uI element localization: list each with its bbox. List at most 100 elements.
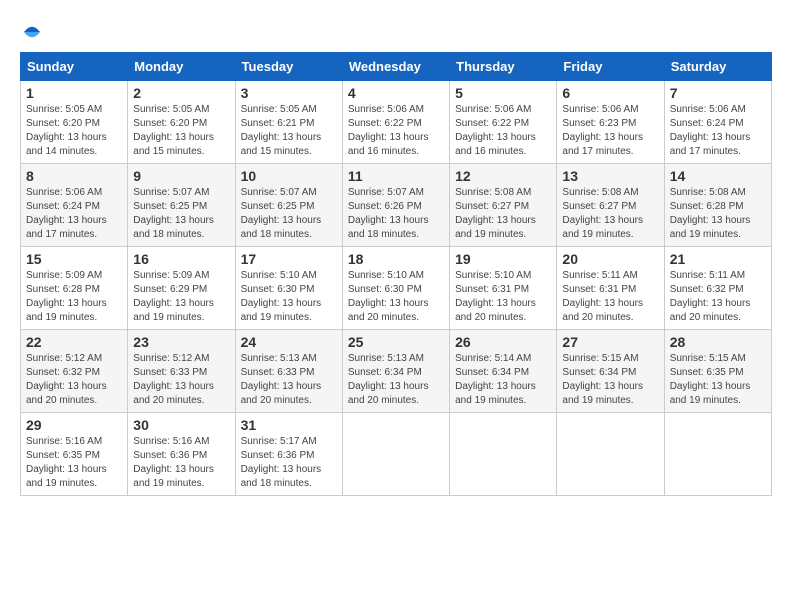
calendar-cell — [342, 413, 449, 496]
day-number: 11 — [348, 168, 444, 184]
day-info: Sunrise: 5:12 AMSunset: 6:33 PMDaylight:… — [133, 352, 229, 408]
calendar-cell: 14 Sunrise: 5:08 AMSunset: 6:28 PMDayligh… — [664, 164, 771, 247]
calendar-cell: 24 Sunrise: 5:13 AMSunset: 6:33 PMDayligh… — [235, 330, 342, 413]
day-number: 19 — [455, 251, 551, 267]
calendar-cell: 6 Sunrise: 5:06 AMSunset: 6:23 PMDaylight… — [557, 81, 664, 164]
day-number: 1 — [26, 85, 122, 101]
calendar-cell: 12 Sunrise: 5:08 AMSunset: 6:27 PMDayligh… — [450, 164, 557, 247]
day-info: Sunrise: 5:05 AMSunset: 6:20 PMDaylight:… — [133, 103, 229, 159]
day-number: 5 — [455, 85, 551, 101]
calendar-cell: 11 Sunrise: 5:07 AMSunset: 6:26 PMDayligh… — [342, 164, 449, 247]
calendar-cell: 18 Sunrise: 5:10 AMSunset: 6:30 PMDayligh… — [342, 247, 449, 330]
day-number: 26 — [455, 334, 551, 350]
day-info: Sunrise: 5:11 AMSunset: 6:31 PMDaylight:… — [562, 269, 658, 325]
day-number: 30 — [133, 417, 229, 433]
calendar-cell: 22 Sunrise: 5:12 AMSunset: 6:32 PMDayligh… — [21, 330, 128, 413]
calendar-table: SundayMondayTuesdayWednesdayThursdayFrid… — [20, 52, 772, 496]
calendar-week-row: 15Sunrise: 5:09 AMSunset: 6:28 PMDayligh… — [21, 247, 772, 330]
day-info: Sunrise: 5:14 AMSunset: 6:34 PMDaylight:… — [455, 352, 551, 408]
day-number: 17 — [241, 251, 337, 267]
calendar-cell: 2Sunrise: 5:05 AMSunset: 6:20 PMDaylight… — [128, 81, 235, 164]
logo-icon — [20, 20, 44, 44]
day-info: Sunrise: 5:16 AMSunset: 6:35 PMDaylight:… — [26, 435, 122, 491]
day-info: Sunrise: 5:07 AMSunset: 6:25 PMDaylight:… — [133, 186, 229, 242]
day-number: 9 — [133, 168, 229, 184]
day-info: Sunrise: 5:08 AMSunset: 6:27 PMDaylight:… — [455, 186, 551, 242]
day-info: Sunrise: 5:07 AMSunset: 6:26 PMDaylight:… — [348, 186, 444, 242]
day-number: 27 — [562, 334, 658, 350]
calendar-cell: 10 Sunrise: 5:07 AMSunset: 6:25 PMDayligh… — [235, 164, 342, 247]
day-info: Sunrise: 5:06 AMSunset: 6:22 PMDaylight:… — [348, 103, 444, 159]
day-info: Sunrise: 5:10 AMSunset: 6:30 PMDaylight:… — [348, 269, 444, 325]
day-number: 6 — [562, 85, 658, 101]
calendar-cell: 29 Sunrise: 5:16 AMSunset: 6:35 PMDayligh… — [21, 413, 128, 496]
day-header-saturday: Saturday — [664, 53, 771, 81]
day-info: Sunrise: 5:06 AMSunset: 6:24 PMDaylight:… — [26, 186, 122, 242]
day-info: Sunrise: 5:15 AMSunset: 6:35 PMDaylight:… — [670, 352, 766, 408]
calendar-cell: 20 Sunrise: 5:11 AMSunset: 6:31 PMDayligh… — [557, 247, 664, 330]
day-number: 14 — [670, 168, 766, 184]
calendar-cell: 7Sunrise: 5:06 AMSunset: 6:24 PMDaylight… — [664, 81, 771, 164]
day-info: Sunrise: 5:09 AMSunset: 6:29 PMDaylight:… — [133, 269, 229, 325]
day-number: 16 — [133, 251, 229, 267]
calendar-cell: 3Sunrise: 5:05 AMSunset: 6:21 PMDaylight… — [235, 81, 342, 164]
day-number: 7 — [670, 85, 766, 101]
day-info: Sunrise: 5:15 AMSunset: 6:34 PMDaylight:… — [562, 352, 658, 408]
day-header-sunday: Sunday — [21, 53, 128, 81]
day-number: 12 — [455, 168, 551, 184]
day-info: Sunrise: 5:13 AMSunset: 6:34 PMDaylight:… — [348, 352, 444, 408]
calendar-cell: 8 Sunrise: 5:06 AMSunset: 6:24 PMDaylight… — [21, 164, 128, 247]
day-info: Sunrise: 5:08 AMSunset: 6:27 PMDaylight:… — [562, 186, 658, 242]
calendar-cell: 31 Sunrise: 5:17 AMSunset: 6:36 PMDayligh… — [235, 413, 342, 496]
day-number: 28 — [670, 334, 766, 350]
page-header — [20, 20, 772, 44]
day-info: Sunrise: 5:13 AMSunset: 6:33 PMDaylight:… — [241, 352, 337, 408]
calendar-cell: 1Sunrise: 5:05 AMSunset: 6:20 PMDaylight… — [21, 81, 128, 164]
calendar-week-row: 29 Sunrise: 5:16 AMSunset: 6:35 PMDayligh… — [21, 413, 772, 496]
calendar-cell: 4 Sunrise: 5:06 AMSunset: 6:22 PMDaylight… — [342, 81, 449, 164]
day-number: 20 — [562, 251, 658, 267]
day-number: 10 — [241, 168, 337, 184]
day-number: 18 — [348, 251, 444, 267]
calendar-cell: 17 Sunrise: 5:10 AMSunset: 6:30 PMDayligh… — [235, 247, 342, 330]
calendar-header-row: SundayMondayTuesdayWednesdayThursdayFrid… — [21, 53, 772, 81]
day-info: Sunrise: 5:11 AMSunset: 6:32 PMDaylight:… — [670, 269, 766, 325]
calendar-cell — [557, 413, 664, 496]
calendar-cell: 30 Sunrise: 5:16 AMSunset: 6:36 PMDayligh… — [128, 413, 235, 496]
day-number: 21 — [670, 251, 766, 267]
day-info: Sunrise: 5:08 AMSunset: 6:28 PMDaylight:… — [670, 186, 766, 242]
day-number: 22 — [26, 334, 122, 350]
day-number: 13 — [562, 168, 658, 184]
day-number: 15 — [26, 251, 122, 267]
calendar-week-row: 1 Sunrise: 5:05 AMSunset: 6:20 PMDaylight… — [21, 81, 772, 164]
day-header-friday: Friday — [557, 53, 664, 81]
day-info: Sunrise: 5:10 AMSunset: 6:30 PMDaylight:… — [241, 269, 337, 325]
day-info: Sunrise: 5:06 AMSunset: 6:23 PMDaylight:… — [562, 103, 658, 159]
calendar-cell: 13 Sunrise: 5:08 AMSunset: 6:27 PMDayligh… — [557, 164, 664, 247]
calendar-cell: 26 Sunrise: 5:14 AMSunset: 6:34 PMDayligh… — [450, 330, 557, 413]
day-info: Sunrise: 5:07 AMSunset: 6:25 PMDaylight:… — [241, 186, 337, 242]
day-info: Sunrise: 5:12 AMSunset: 6:32 PMDaylight:… — [26, 352, 122, 408]
day-header-wednesday: Wednesday — [342, 53, 449, 81]
calendar-cell: 9 Sunrise: 5:07 AMSunset: 6:25 PMDaylight… — [128, 164, 235, 247]
day-header-thursday: Thursday — [450, 53, 557, 81]
calendar-cell: 16 Sunrise: 5:09 AMSunset: 6:29 PMDayligh… — [128, 247, 235, 330]
day-number: 31 — [241, 417, 337, 433]
day-number: 29 — [26, 417, 122, 433]
day-number: 24 — [241, 334, 337, 350]
calendar-cell: 23Sunrise: 5:12 AMSunset: 6:33 PMDayligh… — [128, 330, 235, 413]
calendar-cell: 28 Sunrise: 5:15 AMSunset: 6:35 PMDayligh… — [664, 330, 771, 413]
day-header-monday: Monday — [128, 53, 235, 81]
calendar-cell — [450, 413, 557, 496]
calendar-cell: 15Sunrise: 5:09 AMSunset: 6:28 PMDayligh… — [21, 247, 128, 330]
day-number: 8 — [26, 168, 122, 184]
calendar-cell: 19 Sunrise: 5:10 AMSunset: 6:31 PMDayligh… — [450, 247, 557, 330]
logo — [20, 20, 48, 44]
day-header-tuesday: Tuesday — [235, 53, 342, 81]
day-number: 4 — [348, 85, 444, 101]
day-info: Sunrise: 5:16 AMSunset: 6:36 PMDaylight:… — [133, 435, 229, 491]
calendar-cell — [664, 413, 771, 496]
day-info: Sunrise: 5:10 AMSunset: 6:31 PMDaylight:… — [455, 269, 551, 325]
day-info: Sunrise: 5:17 AMSunset: 6:36 PMDaylight:… — [241, 435, 337, 491]
calendar-cell: 27 Sunrise: 5:15 AMSunset: 6:34 PMDayligh… — [557, 330, 664, 413]
